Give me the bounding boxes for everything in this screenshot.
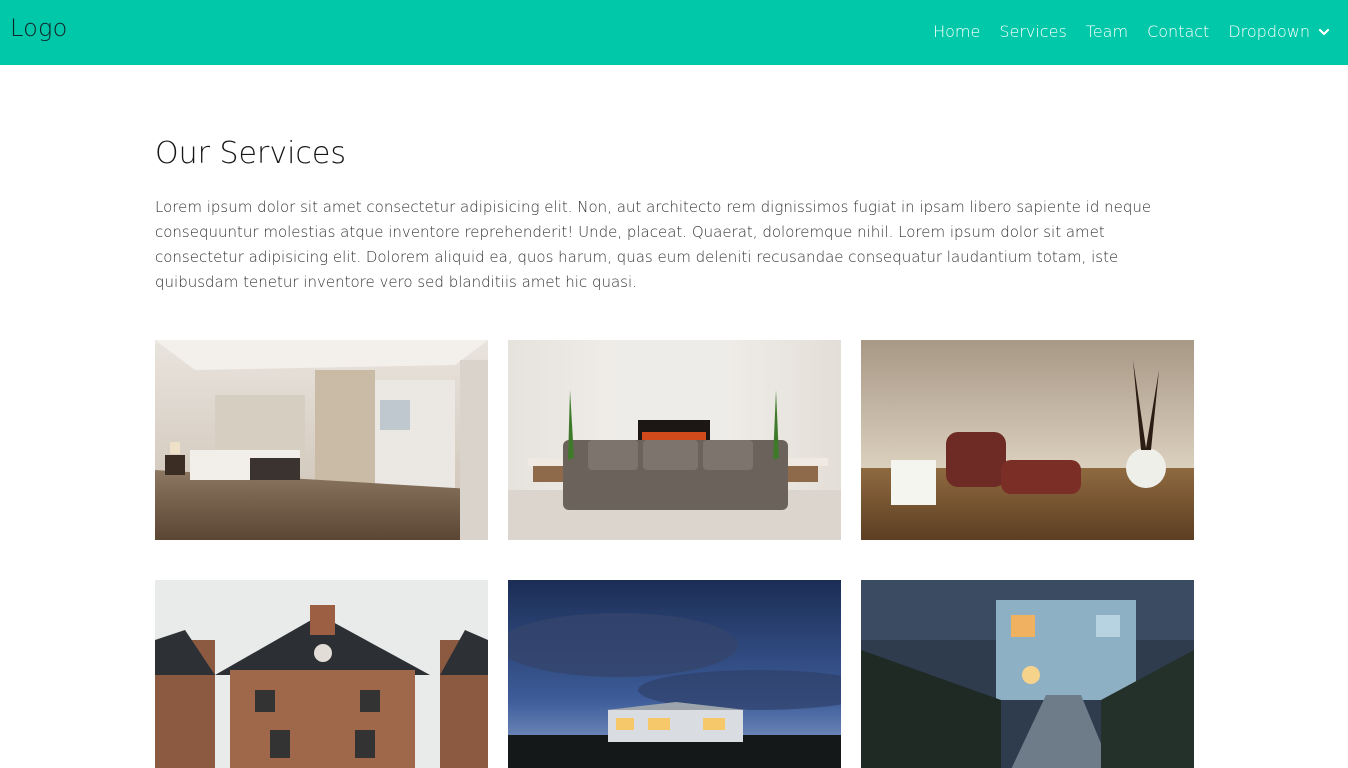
page-title: Our Services bbox=[155, 136, 347, 171]
nav-link-contact[interactable]: Contact bbox=[1147, 20, 1209, 44]
image-house-dusk bbox=[508, 580, 841, 768]
image-armchair-room bbox=[861, 340, 1194, 540]
logo[interactable]: Logo bbox=[10, 13, 68, 43]
image-living-room-sofa bbox=[508, 340, 841, 540]
nav-dropdown[interactable]: Dropdown bbox=[1228, 20, 1330, 44]
nav-links: Home Services Team Contact Dropdown bbox=[933, 20, 1330, 44]
image-bedroom-interior bbox=[155, 340, 488, 540]
nav-link-services[interactable]: Services bbox=[999, 20, 1066, 44]
page-description: Lorem ipsum dolor sit amet consectetur a… bbox=[155, 198, 1152, 291]
nav-link-home[interactable]: Home bbox=[933, 20, 980, 44]
nav-link-team[interactable]: Team bbox=[1086, 20, 1128, 44]
chevron-down-icon bbox=[1318, 28, 1330, 36]
navbar: Logo Home Services Team Contact Dropdown bbox=[0, 0, 1348, 65]
image-house-boardwalk bbox=[861, 580, 1194, 768]
image-brick-houses bbox=[155, 580, 488, 768]
nav-dropdown-label: Dropdown bbox=[1228, 22, 1310, 41]
image-grid bbox=[155, 340, 1195, 768]
